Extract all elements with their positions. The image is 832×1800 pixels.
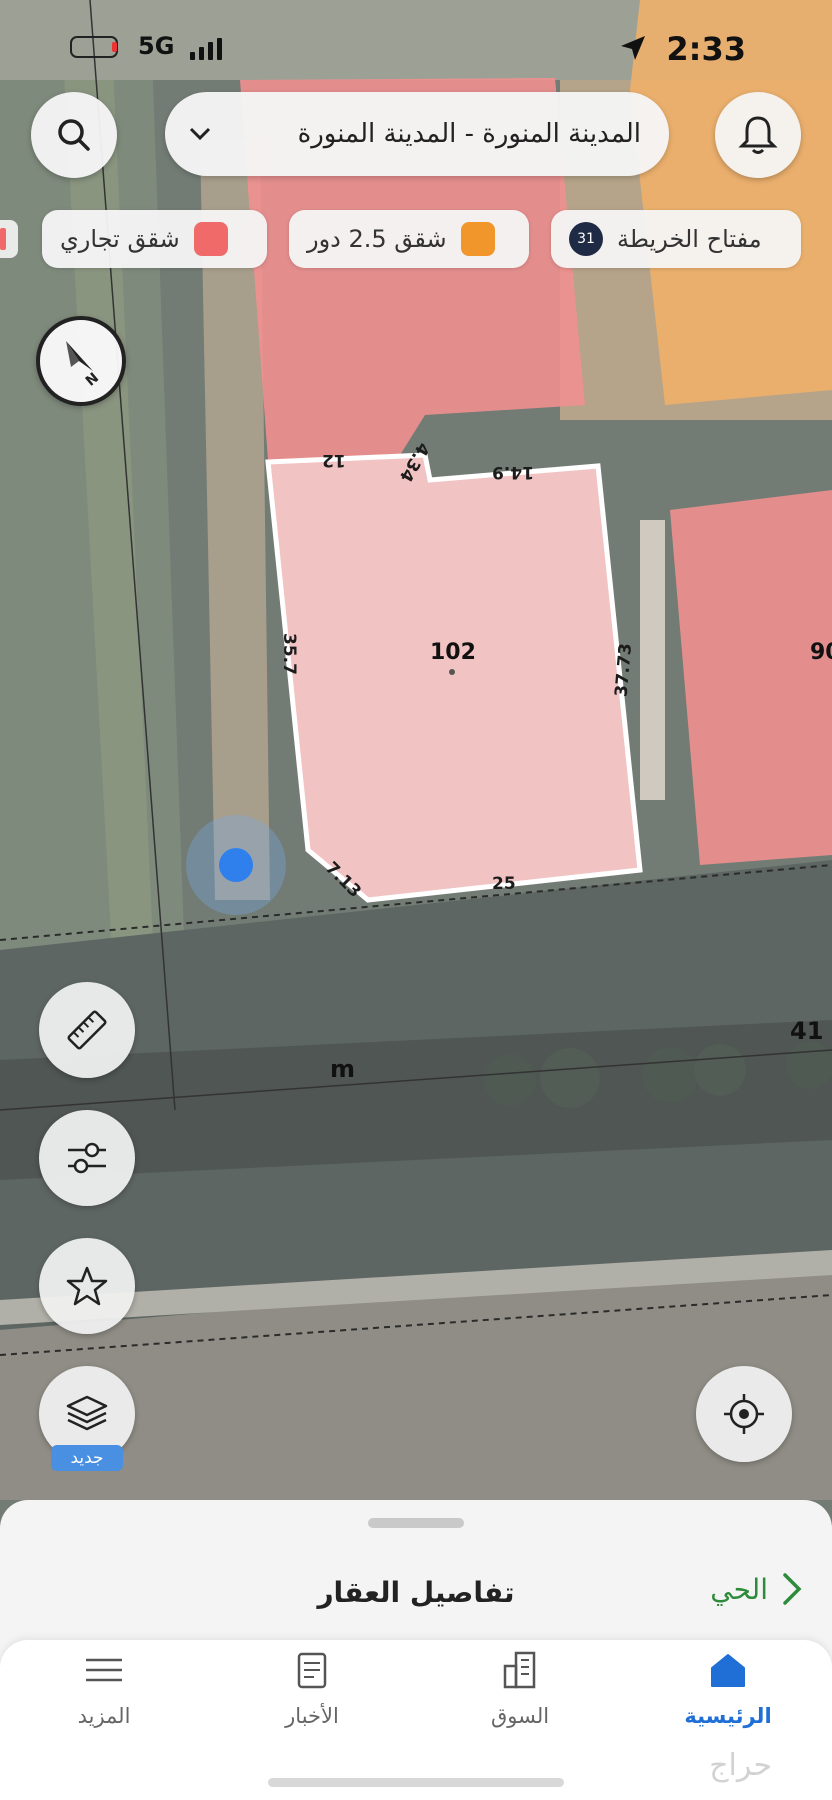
legend-apartments-label: شقق 2.5 دور bbox=[307, 225, 447, 253]
signal-icon bbox=[190, 38, 226, 60]
tab-home-label: الرئيسية bbox=[684, 1704, 772, 1728]
map-key-count: 31 bbox=[569, 222, 603, 256]
dim-bottom: 25 bbox=[492, 874, 516, 894]
svg-text:N: N bbox=[83, 370, 102, 390]
city-selector-label: المدينة المنورة - المدينة المنورة bbox=[297, 119, 641, 149]
user-location-marker bbox=[186, 815, 286, 915]
filter-button[interactable] bbox=[39, 1110, 135, 1206]
dim-left: 35.7 bbox=[278, 633, 299, 675]
bottom-tab-bar: الرئيسية السوق الأخبار المزيد bbox=[0, 1640, 832, 1800]
tab-more[interactable]: المزيد bbox=[0, 1640, 208, 1750]
locate-me-button[interactable] bbox=[696, 1366, 792, 1462]
star-icon bbox=[66, 1266, 108, 1306]
dim-top-right: 14.9 bbox=[492, 462, 534, 482]
plot-number[interactable]: 102 bbox=[430, 640, 476, 665]
menu-icon bbox=[86, 1658, 122, 1682]
chevron-down-icon bbox=[189, 127, 211, 141]
buildings-icon bbox=[503, 1651, 536, 1689]
compass-button[interactable]: N bbox=[36, 316, 126, 406]
tab-news-label: الأخبار bbox=[285, 1704, 339, 1728]
favorites-button[interactable] bbox=[39, 1238, 135, 1334]
tab-market-label: السوق bbox=[490, 1704, 550, 1728]
search-button[interactable] bbox=[31, 92, 117, 178]
network-label: 5G bbox=[138, 32, 175, 60]
legend-chip-apartments[interactable]: شقق 2.5 دور bbox=[289, 210, 529, 268]
compass-icon: N bbox=[66, 341, 102, 390]
news-icon bbox=[297, 1652, 327, 1689]
ruler-icon bbox=[67, 1010, 107, 1050]
notifications-button[interactable] bbox=[715, 92, 801, 178]
home-icon bbox=[711, 1654, 745, 1687]
city-selector[interactable]: المدينة المنورة - المدينة المنورة bbox=[165, 92, 669, 176]
tab-home[interactable]: الرئيسية bbox=[624, 1640, 832, 1750]
bell-icon bbox=[738, 116, 778, 154]
status-bar: 5G 2:33 bbox=[0, 28, 832, 68]
legend-chip-commercial[interactable]: شقق تجاري bbox=[42, 210, 267, 268]
battery-icon bbox=[70, 36, 118, 58]
measure-button[interactable] bbox=[39, 982, 135, 1078]
sheet-handle[interactable] bbox=[368, 1518, 464, 1528]
search-icon bbox=[58, 119, 90, 151]
new-badge: جديد bbox=[51, 1445, 123, 1471]
watermark: حراج bbox=[709, 1748, 772, 1783]
chevron-right-icon bbox=[783, 1573, 802, 1605]
neighborhood-link[interactable]: الحي bbox=[710, 1572, 802, 1606]
legend-commercial-label: شقق تجاري bbox=[60, 225, 180, 253]
sheet-title: تفاصيل العقار bbox=[317, 1576, 515, 1609]
legend-chip-overflow[interactable] bbox=[0, 220, 18, 258]
street-label: m bbox=[330, 1055, 356, 1083]
crosshair-icon bbox=[724, 1394, 764, 1434]
tab-news[interactable]: الأخبار bbox=[208, 1640, 416, 1750]
legend-commercial-swatch bbox=[193, 222, 228, 256]
neighbor-plot-number[interactable]: 90 bbox=[810, 640, 832, 665]
neighborhood-link-label: الحي bbox=[710, 1572, 768, 1606]
dim-top-left: 12 bbox=[322, 450, 346, 470]
home-indicator bbox=[268, 1778, 564, 1787]
tab-more-label: المزيد bbox=[77, 1704, 131, 1728]
street-number: 41 bbox=[790, 1017, 824, 1045]
map-key-chip[interactable]: 31 مفتاح الخريطة bbox=[551, 210, 801, 268]
map-key-label: مفتاح الخريطة bbox=[617, 225, 762, 253]
layers-icon bbox=[66, 1395, 108, 1431]
tab-market[interactable]: السوق bbox=[416, 1640, 624, 1750]
location-arrow-icon bbox=[621, 36, 645, 60]
clock: 2:33 bbox=[666, 30, 746, 68]
sliders-icon bbox=[68, 1142, 106, 1174]
legend-apartments-swatch bbox=[460, 222, 495, 256]
